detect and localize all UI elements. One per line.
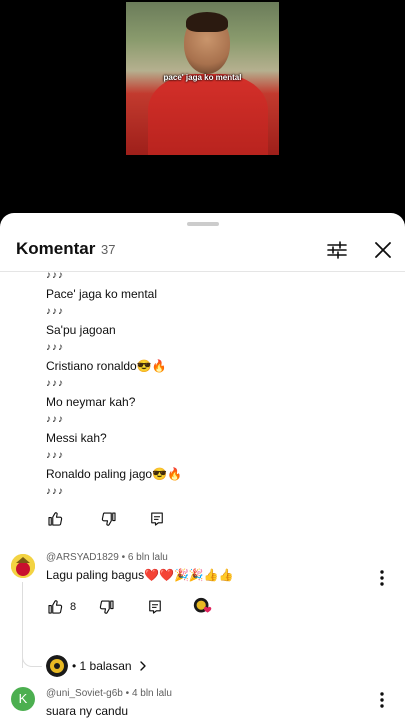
thumbs-up-icon[interactable] bbox=[44, 596, 66, 618]
creator-heart-icon bbox=[192, 596, 214, 618]
comment-meta: @ARSYAD1829 • 6 bln lalu bbox=[46, 552, 168, 563]
comments-sheet: Komentar 37 ♪♪♪ Pace' jaga ko mental ♪♪♪… bbox=[0, 213, 405, 720]
comment-actions bbox=[44, 508, 168, 530]
thumbs-down-icon[interactable] bbox=[98, 508, 120, 530]
comment-meta: @uni_Soviet-g6b • 4 bln lalu bbox=[46, 688, 172, 699]
comment-reply-icon[interactable] bbox=[144, 596, 166, 618]
music-note-line: ♪♪♪ bbox=[46, 486, 64, 497]
lyric-line: Cristiano ronaldo😎🔥 bbox=[46, 359, 167, 373]
music-note-line: ♪♪♪ bbox=[46, 414, 64, 425]
player-hair bbox=[186, 12, 228, 32]
avatar bbox=[46, 655, 68, 677]
avatar[interactable]: K bbox=[11, 687, 35, 711]
replies-count: • 1 balasan bbox=[72, 659, 132, 673]
comment-body-lyrics: ♪♪♪ Pace' jaga ko mental ♪♪♪ Sa'pu jagoa… bbox=[46, 267, 182, 501]
comment-reply-icon[interactable] bbox=[146, 508, 168, 530]
music-note-line: ♪♪♪ bbox=[46, 342, 64, 353]
sliders-icon[interactable] bbox=[324, 237, 350, 263]
music-note-line: ♪♪♪ bbox=[46, 306, 64, 317]
more-vert-icon[interactable] bbox=[374, 690, 390, 710]
video-caption: pace' jaga ko mental bbox=[163, 73, 242, 82]
lyric-line: Ronaldo paling jago😎🔥 bbox=[46, 467, 182, 481]
comment-item: @ARSYAD1829 • 6 bln lalu Lagu paling bag… bbox=[0, 550, 405, 677]
avatar[interactable] bbox=[11, 554, 35, 578]
music-note-line: ♪♪♪ bbox=[46, 450, 64, 461]
music-note-line: ♪♪♪ bbox=[46, 378, 64, 389]
thumbs-down-icon[interactable] bbox=[96, 596, 118, 618]
comment-author[interactable]: @uni_Soviet-g6b bbox=[46, 688, 123, 699]
view-replies-button[interactable]: • 1 balasan bbox=[46, 654, 150, 678]
comment-item: K @uni_Soviet-g6b • 4 bln lalu suara ny … bbox=[0, 684, 405, 720]
more-vert-icon[interactable] bbox=[374, 568, 390, 588]
comment-actions: 8 bbox=[44, 596, 214, 618]
lyric-line: Mo neymar kah? bbox=[46, 395, 136, 409]
video-thumbnail[interactable]: pace' jaga ko mental bbox=[126, 2, 279, 155]
comment-author[interactable]: @ARSYAD1829 bbox=[46, 552, 119, 563]
lyric-line: Sa'pu jagoan bbox=[46, 323, 116, 337]
chevron-right-icon bbox=[139, 661, 146, 671]
comment-text: suara ny candu bbox=[46, 704, 129, 718]
comments-title: Komentar bbox=[16, 239, 96, 258]
comments-count: 37 bbox=[101, 242, 116, 257]
video-player[interactable]: pace' jaga ko mental bbox=[0, 0, 405, 215]
thumbs-up-icon[interactable] bbox=[44, 508, 66, 530]
like-count: 8 bbox=[70, 601, 77, 613]
lyric-line: Pace' jaga ko mental bbox=[46, 287, 158, 301]
thread-curve bbox=[22, 651, 42, 667]
comment-time: 6 bln lalu bbox=[127, 552, 168, 563]
music-note-line: ♪♪♪ bbox=[46, 270, 64, 281]
comment-text: Lagu paling bagus❤️❤️🎉🎉👍👍 bbox=[46, 568, 234, 582]
drag-handle[interactable] bbox=[187, 222, 219, 226]
comment-time: 4 bln lalu bbox=[131, 688, 172, 699]
close-icon[interactable] bbox=[370, 237, 396, 263]
player-jersey bbox=[148, 74, 268, 155]
lyric-line: Messi kah? bbox=[46, 431, 107, 445]
comments-header: Komentar 37 bbox=[0, 231, 405, 271]
